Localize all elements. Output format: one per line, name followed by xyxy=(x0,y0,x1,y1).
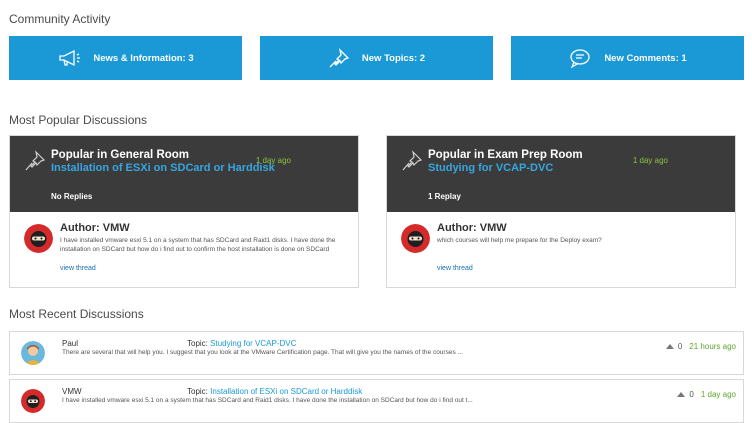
topic-line: Topic: Studying for VCAP-DVC xyxy=(187,339,296,348)
avatar xyxy=(21,341,45,365)
new-comments-label: New Comments: 1 xyxy=(604,52,687,64)
popular-replies-count: 1 Replay xyxy=(428,192,461,201)
time-ago: 21 hours ago xyxy=(689,342,736,351)
megaphone-icon xyxy=(59,49,81,67)
topic-link[interactable]: Installation of ESXi on SDCard or Harddi… xyxy=(210,387,362,396)
popular-excerpt: which courses will help me prepare for t… xyxy=(437,237,602,244)
vote-count: 0 xyxy=(689,390,694,399)
topic-prefix: Topic: xyxy=(187,387,208,396)
pin-icon xyxy=(329,48,350,68)
most-popular-title: Most Popular Discussions xyxy=(9,113,148,127)
popular-topic-link[interactable]: Installation of ESXi on SDCard or Harddi… xyxy=(51,162,275,174)
topic-prefix: Topic: xyxy=(187,339,208,348)
upvote-icon[interactable] xyxy=(677,392,686,397)
avatar xyxy=(24,224,53,253)
popular-replies-count: No Replies xyxy=(51,192,93,201)
view-thread-link[interactable]: view thread xyxy=(437,265,473,272)
post-meta: 0 1 day ago xyxy=(677,390,736,399)
popular-topic-link[interactable]: Studying for VCAP-DVC xyxy=(428,162,553,174)
vote-count: 0 xyxy=(677,342,683,351)
topic-line: Topic: Installation of ESXi on SDCard or… xyxy=(187,387,362,396)
popular-card-header: Popular in General Room Installation of … xyxy=(10,136,358,212)
topic-link[interactable]: Studying for VCAP-DVC xyxy=(210,339,296,348)
popular-excerpt: I have installed vmware esxi 5.1 on a sy… xyxy=(60,237,336,253)
chat-bubble-icon xyxy=(570,49,590,68)
avatar xyxy=(401,224,430,253)
upvote-icon[interactable] xyxy=(665,344,674,349)
popular-time-ago: 1 day ago xyxy=(255,156,291,165)
popular-time-ago: 1 day ago xyxy=(632,156,668,165)
post-excerpt: I have installed vmware esxi 5.1 on a sy… xyxy=(62,397,473,404)
post-meta: 0 21 hours ago xyxy=(665,342,736,351)
popular-room-label: Popular in Exam Prep Room xyxy=(428,149,583,161)
popular-card-general: Popular in General Room Installation of … xyxy=(9,135,359,288)
view-thread-link[interactable]: view thread xyxy=(60,265,96,272)
user-name: VMW xyxy=(62,387,82,396)
user-name: Paul xyxy=(62,339,79,348)
popular-author: Author: VMW xyxy=(437,222,507,234)
list-item[interactable]: VMW Topic: Installation of ESXi on SDCar… xyxy=(9,379,744,423)
new-topics-label: New Topics: 2 xyxy=(361,52,426,64)
pin-icon xyxy=(25,150,46,171)
avatar xyxy=(21,389,45,413)
post-excerpt: There are several that will help you. I … xyxy=(62,349,463,356)
list-item[interactable]: Paul Topic: Studying for VCAP-DVC There … xyxy=(9,331,744,375)
time-ago: 1 day ago xyxy=(700,390,736,399)
popular-author: Author: VMW xyxy=(60,222,130,234)
community-activity-title: Community Activity xyxy=(9,12,111,26)
new-topics-button[interactable]: New Topics: 2 xyxy=(260,36,493,80)
popular-card-exam-prep: Popular in Exam Prep Room Studying for V… xyxy=(386,135,736,288)
popular-room-label: Popular in General Room xyxy=(51,149,190,161)
popular-card-header: Popular in Exam Prep Room Studying for V… xyxy=(387,136,735,212)
new-comments-button[interactable]: New Comments: 1 xyxy=(511,36,744,80)
most-recent-title: Most Recent Discussions xyxy=(9,307,144,321)
news-information-label: News & Information: 3 xyxy=(93,52,194,64)
pin-icon xyxy=(402,150,423,171)
news-information-button[interactable]: News & Information: 3 xyxy=(9,36,242,80)
